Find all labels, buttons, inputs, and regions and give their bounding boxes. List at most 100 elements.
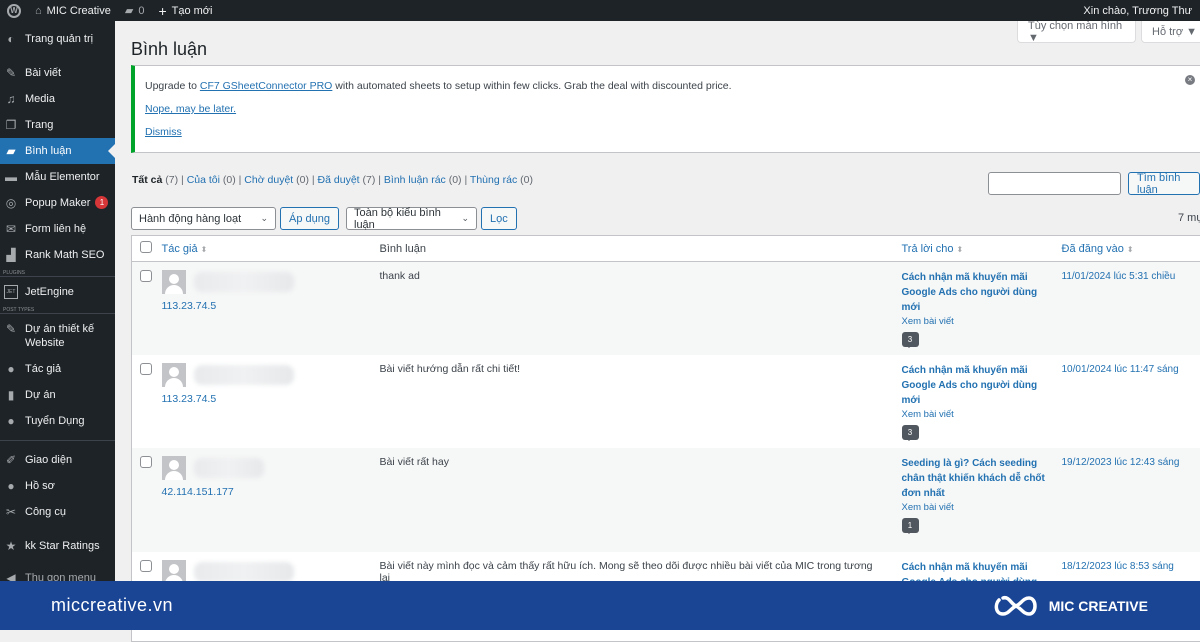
view-post-link[interactable]: Xem bài viết xyxy=(902,409,1046,420)
filter-button[interactable]: Lọc xyxy=(481,207,517,230)
screen-options-button[interactable]: Tùy chọn màn hình ▼ xyxy=(1017,21,1136,43)
author-ip-link[interactable]: 113.23.74.5 xyxy=(162,393,364,405)
sidebar-label: Hồ sơ xyxy=(25,479,55,493)
filter-count: (0) xyxy=(449,174,462,186)
close-icon[interactable]: × xyxy=(1185,75,1195,85)
site-name-link[interactable]: ⌂MIC Creative xyxy=(28,0,118,21)
author-name-redacted xyxy=(194,272,294,292)
sidebar-item-elementor-templates[interactable]: ▬Mẫu Elementor xyxy=(0,164,115,190)
items-count: 7 mục xyxy=(1178,212,1200,224)
sidebar-item-appearance[interactable]: ✐Giao diện xyxy=(0,447,115,473)
sidebar-item-tools[interactable]: ✂Công cụ xyxy=(0,499,115,525)
wp-logo-button[interactable]: W xyxy=(0,0,28,21)
post-link[interactable]: Cách nhận mã khuyến mãi Google Ads cho n… xyxy=(902,270,1046,315)
chevron-down-icon: ⌄ xyxy=(260,213,268,224)
notice-suffix: with automated sheets to setup within fe… xyxy=(332,80,731,92)
filter-label: Lọc xyxy=(490,213,508,225)
filter-all[interactable]: Tất cả xyxy=(132,174,162,186)
author-ip-link[interactable]: 113.23.74.5 xyxy=(162,300,364,312)
help-label: Hỗ trợ ▼ xyxy=(1152,26,1197,38)
author-name-redacted xyxy=(194,458,264,478)
post-link[interactable]: Cách nhận mã khuyến mãi Google Ads cho n… xyxy=(902,363,1046,408)
view-post-link[interactable]: Xem bài viết xyxy=(902,502,1046,513)
filter-spam[interactable]: Bình luận rác xyxy=(384,174,446,186)
comment-text: thank ad xyxy=(372,262,894,356)
admin-bar: W ⌂MIC Creative ▰0 +Tạo mới Xin chào, Tr… xyxy=(0,0,1200,21)
row-checkbox[interactable] xyxy=(140,456,152,468)
sidebar-item-web-projects[interactable]: ✎Dự án thiết kế Website xyxy=(0,316,115,356)
user-icon: ● xyxy=(4,479,18,493)
select-all-checkbox[interactable] xyxy=(140,241,152,253)
comments-link[interactable]: ▰0 xyxy=(118,0,152,21)
sidebar-item-dashboard[interactable]: ◐Trang quản trị xyxy=(0,26,115,52)
greeting: Xin chào, Trương Thư xyxy=(1083,5,1192,17)
account-menu[interactable]: Xin chào, Trương Thư xyxy=(1076,0,1200,21)
sidebar-label: Rank Math SEO xyxy=(25,248,104,262)
sidebar-item-recruitment[interactable]: ●Tuyển Dụng xyxy=(0,408,115,434)
help-button[interactable]: Hỗ trợ ▼ xyxy=(1141,21,1200,43)
folder-icon: ▬ xyxy=(4,170,18,184)
comment-date-link[interactable]: 10/01/2024 lúc 11:47 sáng xyxy=(1062,364,1179,375)
sidebar-item-star-ratings[interactable]: ★kk Star Ratings xyxy=(0,533,115,559)
comment-count-bubble[interactable]: 3 xyxy=(902,425,919,440)
sidebar-label: Giao diện xyxy=(25,453,72,467)
brand-logo: MIC CREATIVE xyxy=(993,592,1148,620)
sidebar-item-pages[interactable]: ❐Trang xyxy=(0,112,115,138)
sidebar-item-posts[interactable]: ✎Bài viết xyxy=(0,60,115,86)
sidebar-item-contact-form[interactable]: ✉Form liên hệ xyxy=(0,216,115,242)
apply-button[interactable]: Áp dụng xyxy=(280,207,339,230)
filter-mine[interactable]: Của tôi xyxy=(187,174,220,186)
author-ip-link[interactable]: 42.114.151.177 xyxy=(162,486,364,498)
jetengine-icon: JET xyxy=(4,285,18,299)
pin-icon: ✎ xyxy=(4,322,18,336)
sidebar-item-comments[interactable]: ▰Bình luận xyxy=(0,138,115,164)
plus-icon: + xyxy=(158,3,166,19)
filter-approved[interactable]: Đã duyệt xyxy=(318,174,360,186)
search-button-label: Tìm bình luận xyxy=(1137,172,1191,196)
comment-type-select[interactable]: Toàn bộ kiểu bình luận⌄ xyxy=(346,207,477,230)
sidebar-item-profile[interactable]: ● Hồ sơ xyxy=(0,473,115,499)
row-checkbox[interactable] xyxy=(140,270,152,282)
avatar xyxy=(162,270,186,294)
sidebar-item-jetengine[interactable]: JETJetEngine xyxy=(0,279,115,305)
comment-icon: ▰ xyxy=(4,144,18,158)
view-post-link[interactable]: Xem bài viết xyxy=(902,316,1046,327)
star-icon: ★ xyxy=(4,539,18,553)
sort-icon: ⬍ xyxy=(957,245,964,254)
comment-count-bubble[interactable]: 1 xyxy=(902,518,919,533)
comment-date-link[interactable]: 11/01/2024 lúc 5:31 chiều xyxy=(1062,271,1176,282)
sidebar-label: Tác giả xyxy=(25,362,61,376)
bulk-action-select[interactable]: Hành động hàng loạt⌄ xyxy=(131,207,276,230)
date-column-sort[interactable]: Đã đăng vào xyxy=(1062,243,1124,255)
author-column-sort[interactable]: Tác giả xyxy=(162,243,198,255)
upgrade-link[interactable]: CF7 GSheetConnector PRO xyxy=(200,80,332,92)
comment-date-link[interactable]: 19/12/2023 lúc 12:43 sáng xyxy=(1062,457,1180,468)
sidebar-item-media[interactable]: ♫Media xyxy=(0,86,115,112)
notice-text: Upgrade to CF7 GSheetConnector PRO with … xyxy=(145,80,1195,92)
admin-sidebar: ◐Trang quản trị ✎Bài viết ♫Media ❐Trang … xyxy=(0,21,115,581)
document-icon: ▮ xyxy=(4,388,18,402)
row-checkbox[interactable] xyxy=(140,560,152,572)
search-comments-button[interactable]: Tìm bình luận xyxy=(1128,172,1200,195)
post-link[interactable]: Seeding là gì? Cách seeding chân thật kh… xyxy=(902,456,1046,501)
sidebar-item-rank-math[interactable]: ▟ Rank Math SEO xyxy=(0,242,115,268)
filter-pending[interactable]: Chờ duyệt xyxy=(244,174,293,186)
comment-count-bubble[interactable]: 3 xyxy=(902,332,919,347)
filter-trash[interactable]: Thùng rác xyxy=(470,174,517,186)
later-link[interactable]: Nope, may be later. xyxy=(145,103,236,115)
sidebar-item-popup-maker[interactable]: ◎Popup Maker1 xyxy=(0,190,115,216)
sidebar-item-authors[interactable]: ●Tác giả xyxy=(0,356,115,382)
brand-name: MIC CREATIVE xyxy=(1049,598,1148,614)
comment-date-link[interactable]: 18/12/2023 lúc 8:53 sáng xyxy=(1062,561,1174,572)
sort-icon: ⬍ xyxy=(201,245,208,254)
chart-icon: ▟ xyxy=(4,248,18,262)
response-column-sort[interactable]: Trả lời cho xyxy=(902,243,954,255)
search-input[interactable] xyxy=(988,172,1121,195)
row-checkbox[interactable] xyxy=(140,363,152,375)
sidebar-label: Trang quản trị xyxy=(25,32,93,46)
popup-icon: ◎ xyxy=(4,196,18,210)
new-content-button[interactable]: +Tạo mới xyxy=(151,0,219,21)
dismiss-link[interactable]: Dismiss xyxy=(145,126,182,138)
sidebar-item-projects[interactable]: ▮Dự án xyxy=(0,382,115,408)
comment-column-header: Bình luận xyxy=(372,236,894,262)
